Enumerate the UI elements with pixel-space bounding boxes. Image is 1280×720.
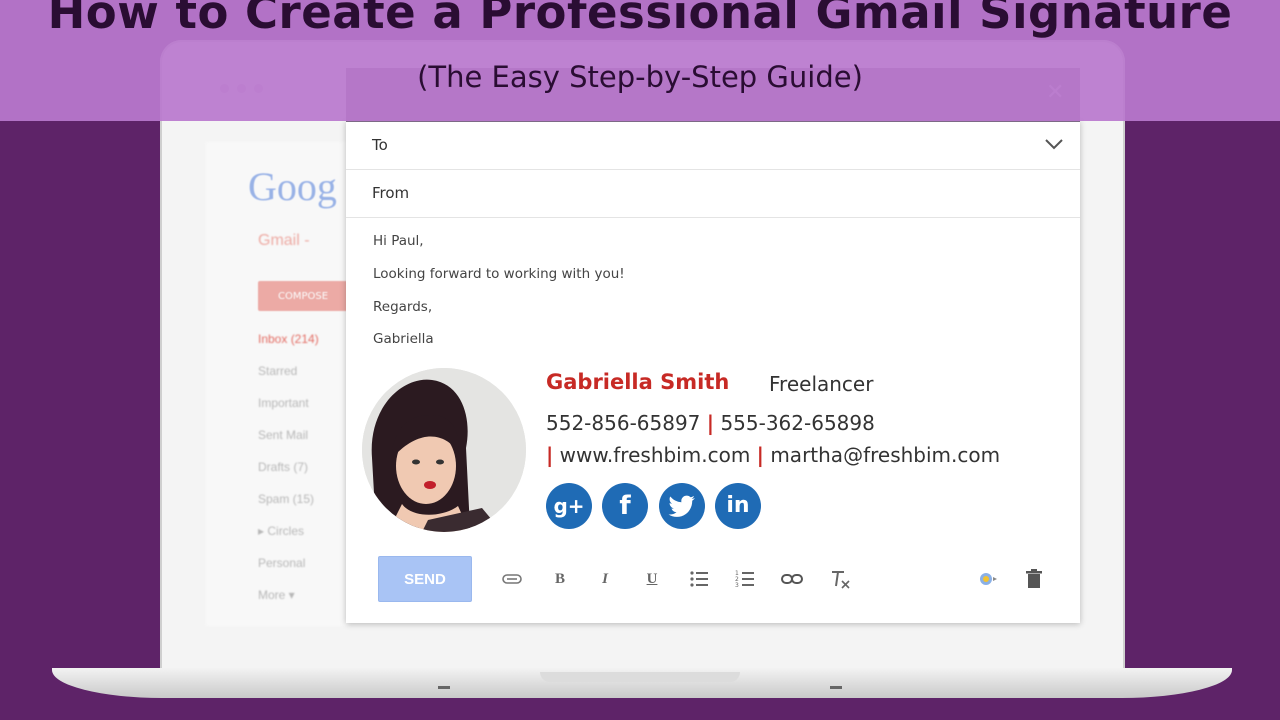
link-icon[interactable] (780, 567, 804, 591)
nav-item-inbox[interactable]: Inbox (214) (258, 323, 319, 355)
nav-item-drafts[interactable]: Drafts (7) (258, 451, 319, 483)
compose-window: To From Hi Paul, Looking forward to work… (346, 121, 1080, 623)
page-subtitle: (The Easy Step-by-Step Guide) (417, 60, 863, 94)
from-field[interactable]: From (346, 169, 1080, 218)
linkedin-icon[interactable]: in (715, 483, 761, 529)
avatar (362, 368, 526, 532)
email-link[interactable]: martha@freshbim.com (770, 443, 1000, 467)
phone-number[interactable]: 555-362-65898 (720, 411, 874, 435)
separator: | (546, 443, 554, 467)
phone-number[interactable]: 552-856-65897 (546, 411, 700, 435)
italic-icon[interactable]: I (593, 567, 617, 591)
nav-item-spam[interactable]: Spam (15) (258, 483, 319, 515)
bulleted-list-icon[interactable] (687, 567, 711, 591)
nav-item-starred[interactable]: Starred (258, 355, 319, 387)
page-title: How to Create a Professional Gmail Signa… (47, 0, 1233, 39)
message-line[interactable]: Gabriella (373, 331, 434, 347)
facebook-glyph: f (619, 491, 631, 521)
twitter-icon[interactable] (659, 483, 705, 529)
attach-icon[interactable] (500, 567, 524, 591)
google-plus-glyph: g+ (553, 494, 585, 518)
chevron-down-icon[interactable] (1043, 133, 1065, 155)
from-label: From (372, 184, 410, 202)
laptop-foot (830, 686, 842, 689)
svg-text:3: 3 (735, 582, 739, 589)
underline-icon[interactable]: U (640, 567, 664, 591)
insert-photo-icon[interactable] (976, 567, 1000, 591)
linkedin-glyph: in (726, 493, 750, 518)
send-button[interactable]: SEND (378, 556, 472, 602)
gmail-label[interactable]: Gmail - (258, 232, 310, 250)
facebook-icon[interactable]: f (602, 483, 648, 529)
twitter-bird (668, 495, 695, 517)
title-banner: How to Create a Professional Gmail Signa… (0, 0, 1280, 121)
signature-contacts: | www.freshbim.com | martha@freshbim.com (546, 443, 1000, 467)
compose-button[interactable]: COMPOSE (258, 281, 348, 311)
laptop-notch (540, 672, 740, 682)
to-label: To (372, 136, 388, 154)
trash-icon[interactable] (1022, 567, 1046, 591)
gmail-nav: Inbox (214) Starred Important Sent Mail … (258, 323, 319, 611)
signature-name: Gabriella Smith (546, 370, 730, 394)
nav-item-personal[interactable]: Personal (258, 547, 319, 579)
message-line[interactable]: Regards, (373, 299, 432, 315)
nav-item-sent[interactable]: Sent Mail (258, 419, 319, 451)
signature-role: Freelancer (769, 372, 874, 396)
numbered-list-icon[interactable]: 123 (733, 567, 757, 591)
clear-formatting-icon[interactable] (828, 567, 852, 591)
message-line[interactable]: Looking forward to working with you! (373, 266, 625, 282)
message-line[interactable]: Hi Paul, (373, 233, 424, 249)
avatar-photo (362, 368, 526, 532)
separator: | (706, 411, 715, 435)
google-logo: Goog (248, 164, 337, 209)
google-plus-icon[interactable]: g+ (546, 483, 592, 529)
signature-phones: 552-856-65897 | 555-362-65898 (546, 411, 875, 435)
website-link[interactable]: www.freshbim.com (560, 443, 751, 467)
separator: | (756, 443, 764, 467)
nav-item-important[interactable]: Important (258, 387, 319, 419)
bold-icon[interactable]: B (548, 567, 572, 591)
laptop-foot (438, 686, 450, 689)
nav-item-more[interactable]: More ▾ (258, 579, 319, 611)
to-field[interactable]: To (346, 121, 1080, 170)
nav-item-circles[interactable]: ▸ Circles (258, 515, 319, 547)
